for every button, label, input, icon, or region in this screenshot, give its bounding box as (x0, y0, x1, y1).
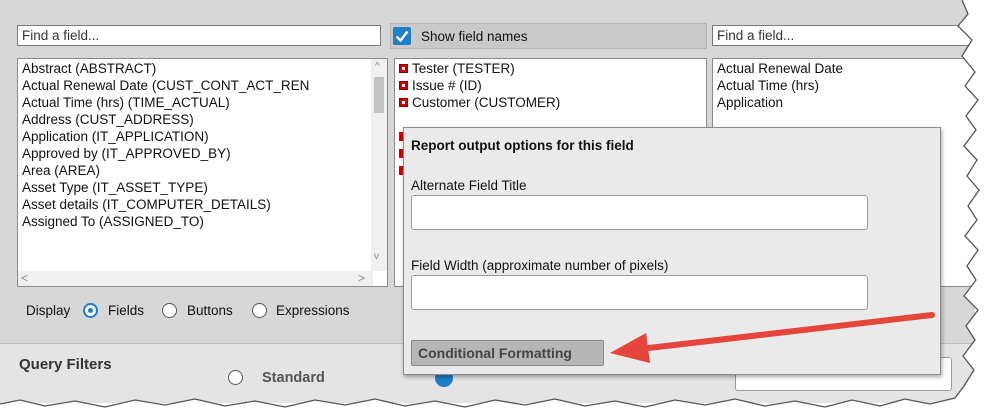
torn-edge-decoration (0, 0, 986, 415)
